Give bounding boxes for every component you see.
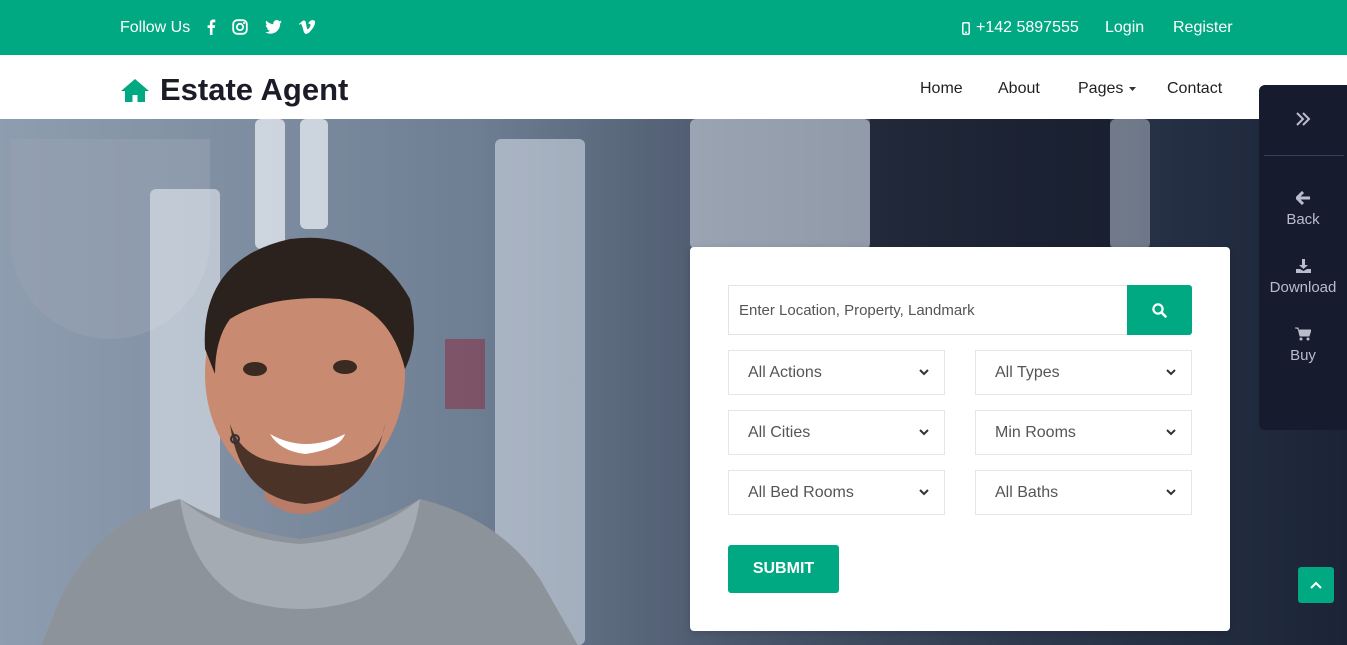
mobile-phone-icon — [962, 21, 970, 35]
actions-select[interactable]: All Actions — [728, 350, 945, 395]
facebook-icon[interactable] — [201, 17, 221, 37]
vimeo-icon[interactable] — [297, 17, 317, 37]
chevron-down-icon — [919, 429, 929, 436]
nav-pages-dropdown[interactable]: Pages — [1078, 80, 1137, 98]
baths-select-value: All Baths — [995, 483, 1059, 501]
chevron-up-icon — [1310, 581, 1322, 589]
building-wall — [690, 119, 870, 249]
brand-name: Estate Agent — [160, 72, 349, 107]
cart-icon — [1295, 327, 1311, 341]
top-bar: Follow Us +142 5897555 Login Register — [0, 0, 1347, 55]
min-rooms-select[interactable]: Min Rooms — [975, 410, 1192, 455]
side-download-button[interactable]: Download — [1259, 259, 1347, 296]
submit-button[interactable]: SUBMIT — [728, 545, 839, 593]
side-download-label: Download — [1269, 279, 1337, 296]
hero-person-photo — [41, 237, 578, 645]
chevron-down-icon — [1166, 429, 1176, 436]
phone-contact[interactable]: +142 5897555 — [962, 19, 1079, 37]
cities-select-value: All Cities — [748, 423, 811, 441]
bed-rooms-select[interactable]: All Bed Rooms — [728, 470, 945, 515]
twitter-icon[interactable] — [263, 17, 283, 37]
home-icon — [121, 78, 149, 102]
search-button[interactable] — [1127, 285, 1192, 335]
chevron-down-icon — [1166, 369, 1176, 376]
chevron-down-icon — [1166, 489, 1176, 496]
building-pillar — [1110, 119, 1150, 249]
search-icon — [1152, 302, 1167, 318]
nav-home[interactable]: Home — [920, 80, 963, 98]
types-select-value: All Types — [995, 363, 1060, 381]
back-to-top-button[interactable] — [1298, 567, 1334, 603]
login-link[interactable]: Login — [1105, 19, 1144, 37]
double-chevron-right-icon — [1296, 112, 1311, 126]
follow-us-label: Follow Us — [120, 19, 191, 36]
chevron-down-icon — [919, 369, 929, 376]
brand-logo[interactable]: Estate Agent — [120, 72, 348, 108]
phone-number: +142 5897555 — [976, 19, 1079, 36]
location-search-input[interactable] — [728, 285, 1128, 335]
side-buy-button[interactable]: Buy — [1259, 327, 1347, 364]
nav-pages-label: Pages — [1078, 80, 1124, 97]
register-link[interactable]: Register — [1173, 19, 1233, 37]
side-buy-label: Buy — [1290, 347, 1316, 364]
actions-select-value: All Actions — [748, 363, 822, 381]
caret-down-icon — [1129, 87, 1137, 91]
side-back-label: Back — [1286, 211, 1320, 228]
side-back-button[interactable]: Back — [1259, 191, 1347, 228]
arrow-left-icon — [1295, 191, 1310, 205]
building-shadow — [870, 119, 1110, 249]
cities-select[interactable]: All Cities — [728, 410, 945, 455]
download-icon — [1295, 259, 1311, 273]
nav-about[interactable]: About — [998, 80, 1040, 98]
instagram-icon[interactable] — [230, 17, 250, 37]
chevron-down-icon — [919, 489, 929, 496]
baths-select[interactable]: All Baths — [975, 470, 1192, 515]
nav-contact[interactable]: Contact — [1167, 80, 1222, 98]
side-panel-divider — [1264, 155, 1344, 156]
side-panel: Back Download Buy — [1259, 85, 1347, 430]
side-panel-toggle[interactable] — [1259, 111, 1347, 127]
bed-rooms-select-value: All Bed Rooms — [748, 483, 854, 501]
types-select[interactable]: All Types — [975, 350, 1192, 395]
min-rooms-select-value: Min Rooms — [995, 423, 1076, 441]
